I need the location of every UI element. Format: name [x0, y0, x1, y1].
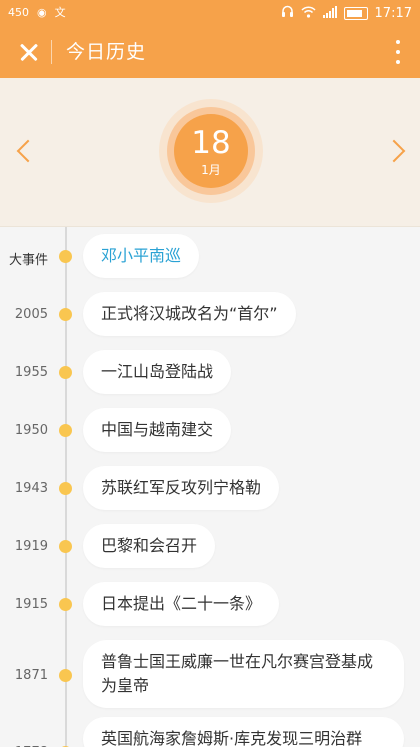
date-month: 1月	[201, 163, 221, 177]
status-left-icons: 450 ◉ 文	[8, 6, 66, 20]
event-timeline[interactable]: 大事件 邓小平南巡 2005 正式将汉城改名为“首尔” 1955 一江山岛登陆战…	[0, 227, 420, 747]
event-year: 1943	[14, 481, 48, 496]
notification-icon: ◉	[37, 6, 47, 19]
page-title: 今日历史	[66, 41, 147, 63]
battery-icon	[343, 6, 368, 20]
event-year: 1915	[14, 597, 48, 612]
signal-icon	[322, 5, 337, 21]
timeline-dot	[59, 482, 72, 495]
event-item[interactable]: 苏联红军反攻列宁格勒	[83, 466, 280, 510]
timeline-dot	[59, 424, 72, 437]
timeline-dot	[59, 540, 72, 553]
event-year: 大事件	[8, 253, 48, 268]
date-header: 18 1月	[0, 78, 420, 227]
event-year: 2005	[14, 307, 48, 322]
timeline-dot	[59, 250, 72, 263]
timeline-dot	[59, 366, 72, 379]
sim-icon: 450	[8, 6, 29, 19]
event-item[interactable]: 日本提出《二十一条》	[83, 582, 280, 626]
timeline-dot	[59, 308, 72, 321]
event-year: 1919	[14, 539, 48, 554]
timeline-dot	[59, 669, 72, 682]
event-year: 1955	[14, 365, 48, 380]
text-icon: 文	[54, 6, 66, 19]
status-time: 17:17	[374, 5, 412, 21]
chevron-right-icon[interactable]	[382, 134, 412, 170]
event-item[interactable]: 邓小平南巡	[83, 234, 200, 278]
timeline-dot	[59, 598, 72, 611]
wifi-icon	[300, 5, 316, 21]
more-menu-icon[interactable]	[388, 38, 408, 66]
headset-icon	[281, 5, 294, 21]
event-item[interactable]: 普鲁士国王威廉一世在凡尔赛宫登基成为皇帝	[83, 640, 404, 708]
event-item[interactable]: 正式将汉城改名为“首尔”	[83, 292, 296, 336]
event-item[interactable]: 一江山岛登陆战	[83, 350, 232, 394]
event-year: 1950	[14, 423, 48, 438]
date-picker[interactable]: 18 1月	[174, 114, 248, 188]
date-day: 18	[191, 125, 231, 161]
event-item[interactable]: 巴黎和会召开	[83, 524, 216, 568]
app-bar: 今日历史	[0, 26, 420, 78]
status-right-icons: 17:17	[281, 5, 412, 21]
event-year: 1871	[14, 668, 48, 683]
event-item[interactable]: 中国与越南建交	[83, 408, 232, 452]
chevron-left-icon[interactable]	[8, 134, 38, 170]
event-item[interactable]: 英国航海家詹姆斯·库克发现三明治群	[83, 717, 404, 747]
close-icon[interactable]	[10, 32, 50, 72]
app-bar-divider	[51, 40, 52, 64]
status-bar: 450 ◉ 文 17:17	[0, 0, 420, 26]
